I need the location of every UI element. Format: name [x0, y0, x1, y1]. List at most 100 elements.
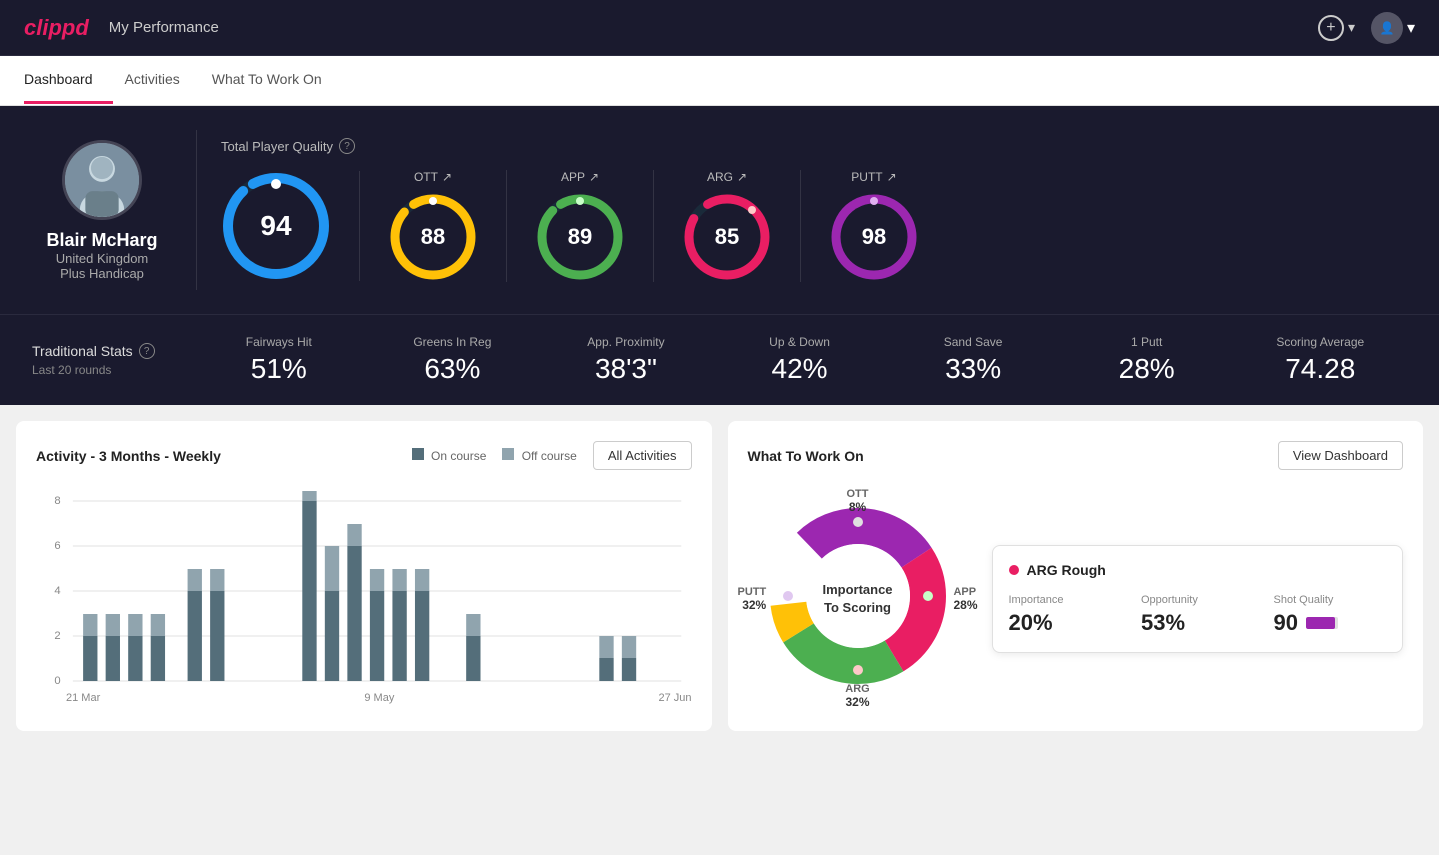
chart-area: 0 2 4 6 8 [36, 486, 692, 686]
user-avatar-button[interactable]: 👤 ▾ [1371, 12, 1415, 44]
stats-info-icon[interactable]: ? [139, 343, 155, 359]
add-button[interactable]: + ▾ [1318, 15, 1355, 41]
tab-what-to-work-on[interactable]: What To Work On [212, 57, 342, 104]
gauge-putt: PUTT ↗ 98 [801, 170, 947, 282]
header-right: + ▾ 👤 ▾ [1318, 12, 1415, 44]
quality-label: Total Player Quality ? [221, 138, 1407, 154]
legend-on-course: On course [412, 448, 487, 463]
player-avatar [62, 140, 142, 220]
arg-label: ARG ↗ [707, 170, 747, 184]
gauge-arg: ARG ↗ 85 [654, 170, 801, 282]
info-card-title: ARG Rough [1009, 562, 1387, 578]
view-dashboard-button[interactable]: View Dashboard [1278, 441, 1403, 470]
svg-text:6: 6 [54, 540, 60, 552]
stat-fairways-label: Fairways Hit [192, 335, 366, 349]
chart-svg: 0 2 4 6 8 [36, 486, 692, 686]
player-info: Blair McHarg United Kingdom Plus Handica… [32, 140, 172, 281]
x-label-21mar: 21 Mar [66, 692, 100, 704]
gauge-main: 94 [221, 171, 360, 281]
stat-up-down-value: 42% [713, 353, 887, 385]
ott-value: 88 [421, 224, 445, 250]
svg-text:4: 4 [54, 585, 60, 597]
stat-app-prox-value: 38'3" [539, 353, 713, 385]
x-label-27jun: 27 Jun [658, 692, 691, 704]
putt-arrow-icon: ↗ [887, 170, 897, 184]
stat-sand-value: 33% [886, 353, 1060, 385]
stat-app-prox-label: App. Proximity [539, 335, 713, 349]
metric-importance-label: Importance [1009, 594, 1122, 606]
info-card-dot [1009, 565, 1019, 575]
metric-shot-quality-label: Shot Quality [1274, 594, 1387, 606]
chart-title: Activity - 3 Months - Weekly [36, 448, 221, 464]
gauge-app: APP ↗ 89 [507, 170, 654, 282]
stat-up-down: Up & Down 42% [713, 335, 887, 385]
stat-1-putt: 1 Putt 28% [1060, 335, 1234, 385]
stat-greens-in-reg: Greens In Reg 63% [366, 335, 540, 385]
what-to-work-on-card: What To Work On View Dashboard [728, 421, 1424, 731]
metric-opportunity-label: Opportunity [1141, 594, 1254, 606]
add-chevron-icon: ▾ [1348, 19, 1355, 36]
hero-section: Blair McHarg United Kingdom Plus Handica… [0, 106, 1439, 314]
vertical-divider [196, 130, 197, 290]
quality-info-icon[interactable]: ? [339, 138, 355, 154]
x-label-9may: 9 May [364, 692, 394, 704]
metric-importance-value: 20% [1009, 610, 1122, 636]
stat-scoring-avg: Scoring Average 74.28 [1233, 335, 1407, 385]
app-segment-label: APP 28% [953, 586, 977, 612]
stat-putt-label: 1 Putt [1060, 335, 1234, 349]
stat-fairways-value: 51% [192, 353, 366, 385]
stat-fairways-hit: Fairways Hit 51% [192, 335, 366, 385]
bottom-section: Activity - 3 Months - Weekly On course O… [0, 405, 1439, 747]
gauges-row: 94 OTT ↗ 88 [221, 170, 1407, 282]
putt-value: 98 [862, 224, 886, 250]
metric-shot-quality-value: 90 [1274, 610, 1298, 636]
quality-main-value: 94 [260, 210, 291, 242]
arg-segment-label: ARG 32% [845, 683, 869, 709]
metric-opportunity-value: 53% [1141, 610, 1254, 636]
app-logo: clippd [24, 15, 89, 41]
avatar: 👤 [1371, 12, 1403, 44]
quality-section: Total Player Quality ? 94 OTT ↗ [221, 138, 1407, 282]
all-activities-button[interactable]: All Activities [593, 441, 692, 470]
navigation-bar: Dashboard Activities What To Work On [0, 56, 1439, 106]
ott-label: OTT ↗ [414, 170, 452, 184]
app-value: 89 [568, 224, 592, 250]
stat-greens-label: Greens In Reg [366, 335, 540, 349]
chart-header: Activity - 3 Months - Weekly On course O… [36, 441, 692, 470]
donut-center-label: ImportanceTo Scoring [822, 580, 892, 616]
metric-importance: Importance 20% [1009, 594, 1122, 636]
stat-scoring-label: Scoring Average [1233, 335, 1407, 349]
legend-off-course: Off course [502, 448, 576, 463]
chart-legend: On course Off course [412, 448, 577, 463]
tab-dashboard[interactable]: Dashboard [24, 57, 113, 104]
stats-label-col: Traditional Stats ? Last 20 rounds [32, 343, 192, 377]
player-handicap: Plus Handicap [60, 266, 144, 281]
header-left: clippd My Performance [24, 15, 219, 41]
stat-app-proximity: App. Proximity 38'3" [539, 335, 713, 385]
wtwon-content: ImportanceTo Scoring OTT 8% APP 28% ARG … [748, 486, 1404, 711]
arg-arrow-icon: ↗ [737, 170, 747, 184]
wtwon-header: What To Work On View Dashboard [748, 441, 1404, 470]
info-card-metrics: Importance 20% Opportunity 53% Shot Qual… [1009, 594, 1387, 636]
stat-putt-value: 28% [1060, 353, 1234, 385]
stat-up-down-label: Up & Down [713, 335, 887, 349]
tab-activities[interactable]: Activities [125, 57, 200, 104]
player-country: United Kingdom [56, 251, 149, 266]
svg-text:2: 2 [54, 630, 60, 642]
header-title: My Performance [109, 19, 219, 36]
putt-label: PUTT ↗ [851, 170, 896, 184]
activity-chart-card: Activity - 3 Months - Weekly On course O… [16, 421, 712, 731]
svg-text:8: 8 [54, 495, 60, 507]
player-name: Blair McHarg [46, 230, 157, 251]
arg-value: 85 [715, 224, 739, 250]
wtwon-title: What To Work On [748, 448, 864, 464]
gauge-ott: OTT ↗ 88 [360, 170, 507, 282]
stats-label-title: Traditional Stats ? [32, 343, 192, 359]
stat-sand-save: Sand Save 33% [886, 335, 1060, 385]
stat-sand-label: Sand Save [886, 335, 1060, 349]
stat-scoring-value: 74.28 [1233, 353, 1407, 385]
putt-segment-label: PUTT 32% [738, 586, 767, 612]
metric-shot-quality: Shot Quality 90 [1274, 594, 1387, 636]
stats-sublabel: Last 20 rounds [32, 363, 192, 377]
metric-opportunity: Opportunity 53% [1141, 594, 1254, 636]
